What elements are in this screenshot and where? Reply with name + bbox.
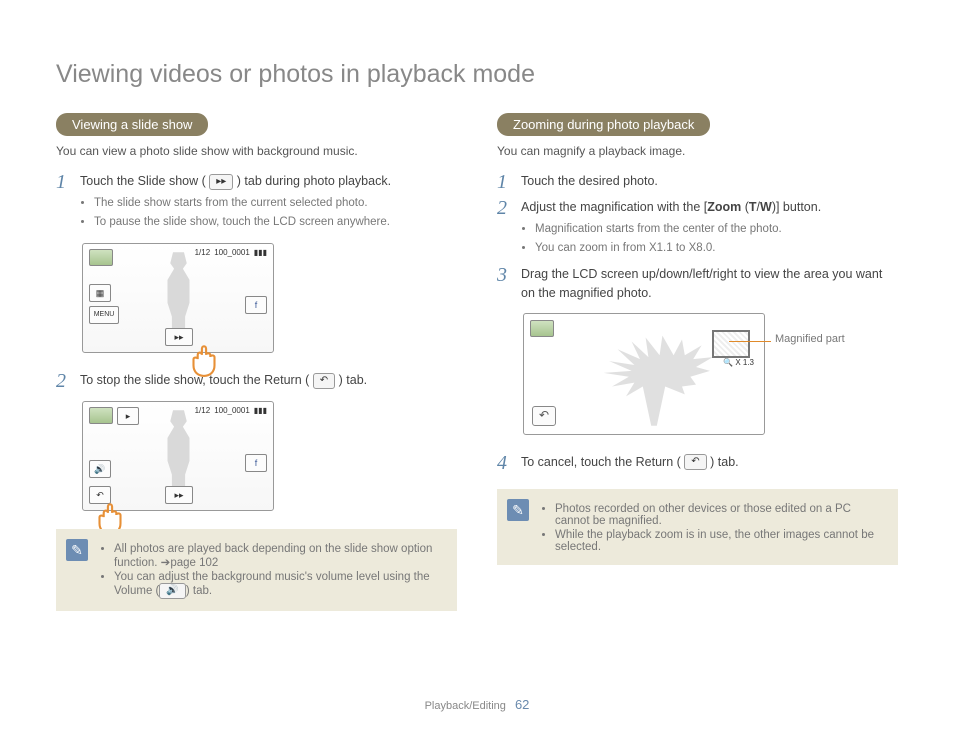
page-number: 62 — [515, 697, 529, 712]
play-icon: ▸ — [117, 407, 139, 425]
zoom-intro: You can magnify a playback image. — [497, 144, 898, 158]
two-column-layout: Viewing a slide show You can view a phot… — [56, 113, 898, 611]
left-column: Viewing a slide show You can view a phot… — [56, 113, 457, 611]
step-number: 1 — [497, 172, 511, 192]
step1-text-a: Touch the Slide show ( — [80, 174, 206, 188]
callout-label: Magnified part — [775, 333, 845, 345]
facebook-icon: f — [245, 454, 267, 472]
photo-counter: 1/12 — [195, 248, 211, 257]
footer-section: Playback/Editing — [425, 700, 506, 712]
return-icon: ↶ — [313, 373, 335, 389]
right-note-bullet-2: While the playback zoom is in use, the o… — [555, 529, 886, 553]
callout-line — [729, 341, 771, 342]
section-heading-slideshow: Viewing a slide show — [56, 113, 208, 136]
step1-bullet-2: To pause the slide show, touch the LCD s… — [94, 214, 391, 231]
left-note-bullet-2: You can adjust the background music's vo… — [114, 571, 445, 599]
rstep2-bullet-1: Magnification starts from the center of … — [535, 221, 821, 238]
left-step-2: 2 To stop the slide show, touch the Retu… — [56, 371, 457, 391]
slideshow-tab-icon: ▸▸ — [165, 486, 193, 504]
rstep4-a: To cancel, touch the Return ( — [521, 455, 681, 469]
right-step-4: 4 To cancel, touch the Return ( ↶ ) tab. — [497, 453, 898, 473]
photo-counter: 1/12 — [195, 406, 211, 415]
step-number: 1 — [56, 172, 70, 233]
file-name: 100_0001 — [214, 406, 250, 415]
step-number: 3 — [497, 265, 511, 303]
grid-icon: ▦ — [89, 284, 111, 302]
right-note-box: ✎ Photos recorded on other devices or th… — [497, 489, 898, 565]
return-icon: ↶ — [684, 454, 706, 470]
right-step-1: 1 Touch the desired photo. — [497, 172, 898, 192]
step1-bullet-1: The slide show starts from the current s… — [94, 195, 391, 212]
lcd-screenshot-2: ▸ 1/12 100_0001 ▮▮▮ 🔊 ↶ f ▸▸ — [82, 401, 274, 511]
menu-button: MENU — [89, 306, 119, 324]
touch-hand-icon — [183, 336, 225, 378]
right-step-3: 3 Drag the LCD screen up/down/left/right… — [497, 265, 898, 303]
volume-icon: 🔊 — [89, 460, 111, 478]
lcd-screenshot-zoom: 🔍 X 1.3 ↶ — [523, 313, 765, 435]
palm-tree-silhouette — [584, 328, 724, 426]
right-step-2: 2 Adjust the magnification with the [Zoo… — [497, 198, 898, 259]
magnified-region-box — [712, 330, 750, 358]
section-heading-zoom: Zooming during photo playback — [497, 113, 710, 136]
note-icon: ✎ — [507, 499, 529, 521]
file-name: 100_0001 — [214, 248, 250, 257]
slideshow-icon: ▸▸ — [209, 174, 233, 190]
step2-text-b: ) tab. — [339, 373, 368, 387]
step1-text-b: ) tab during photo playback. — [237, 174, 391, 188]
step-number: 2 — [56, 371, 70, 391]
step-number: 2 — [497, 198, 511, 259]
t-bold: T — [749, 200, 757, 214]
battery-icon: ▮▮▮ — [254, 248, 267, 257]
facebook-icon: f — [245, 296, 267, 314]
right-column: Zooming during photo playback You can ma… — [497, 113, 898, 611]
note-icon: ✎ — [66, 539, 88, 561]
right-note-bullet-1: Photos recorded on other devices or thos… — [555, 503, 886, 527]
rstep1-text: Touch the desired photo. — [521, 172, 658, 192]
thumbnail-icon — [89, 407, 113, 424]
left-step-1: 1 Touch the Slide show ( ▸▸ ) tab during… — [56, 172, 457, 233]
rstep2-a: Adjust the magnification with the [ — [521, 200, 707, 214]
thumbnail-icon — [530, 320, 554, 337]
rstep2-bullet-2: You can zoom in from X1.1 to X8.0. — [535, 240, 821, 257]
volume-icon: 🔊 — [159, 583, 185, 599]
left-note-box: ✎ All photos are played back depending o… — [56, 529, 457, 611]
zoom-bold: Zoom — [707, 200, 741, 214]
zoom-level-label: 🔍 X 1.3 — [723, 358, 754, 367]
rstep4-b: ) tab. — [710, 455, 739, 469]
rstep3-text: Drag the LCD screen up/down/left/right t… — [521, 265, 898, 303]
battery-icon: ▮▮▮ — [254, 406, 267, 415]
step-number: 4 — [497, 453, 511, 473]
lcd-screenshot-1: 1/12 100_0001 ▮▮▮ ▦ MENU f ▸▸ — [82, 243, 274, 353]
slideshow-intro: You can view a photo slide show with bac… — [56, 144, 457, 158]
page-title: Viewing videos or photos in playback mod… — [56, 60, 898, 89]
w-bold: W — [760, 200, 772, 214]
page-footer: Playback/Editing 62 — [0, 697, 954, 712]
left-note-bullet-1: All photos are played back depending on … — [114, 543, 445, 569]
thumbnail-icon — [89, 249, 113, 266]
return-tab-icon: ↶ — [532, 406, 556, 426]
